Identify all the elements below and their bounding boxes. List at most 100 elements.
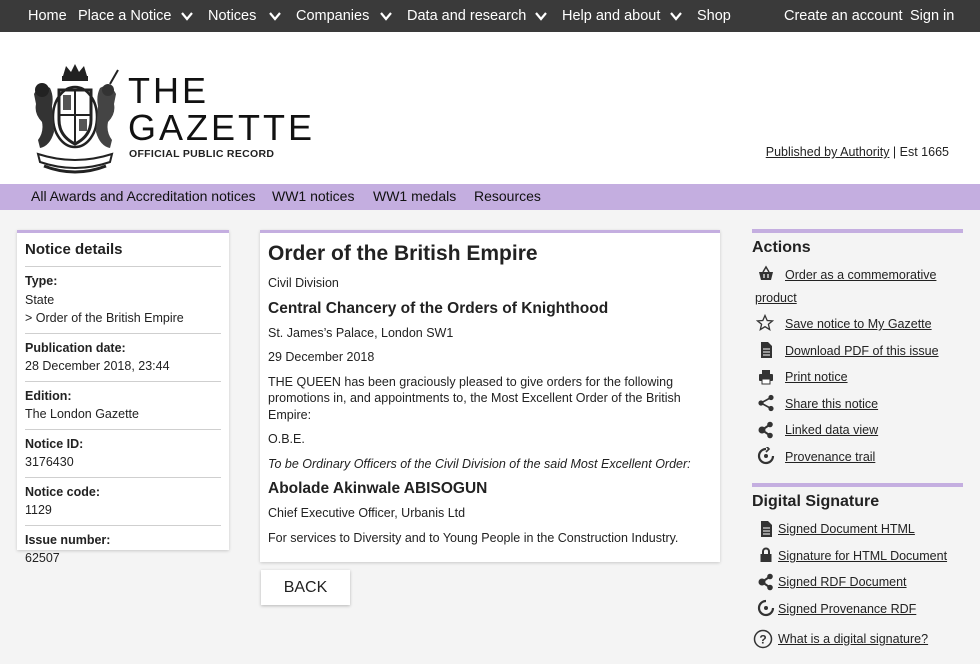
order-commemorative-text1[interactable]: Order as a commemorative xyxy=(785,268,936,282)
subnav-resources[interactable]: Resources xyxy=(474,184,541,210)
signed-rdf-document-link[interactable]: Signed RDF Document xyxy=(778,571,907,593)
notice-citation: For services to Diversity and to Young P… xyxy=(268,530,679,545)
detail-edition-label: Edition: xyxy=(25,388,72,403)
download-pdf-text[interactable]: Download PDF of this issue xyxy=(785,344,939,358)
notice-award-obe: O.B.E. xyxy=(268,432,305,446)
subnav-all-awards[interactable]: All Awards and Accreditation notices xyxy=(31,184,256,210)
royal-crest-logo[interactable] xyxy=(30,62,120,180)
order-commemorative-link-line1[interactable]: Order as a commemorative xyxy=(785,264,936,286)
signature-html-document-text[interactable]: Signature for HTML Document xyxy=(778,549,947,563)
published-by-authority: Published by Authority | Est 1665 xyxy=(766,145,949,159)
order-commemorative-text2[interactable]: product xyxy=(755,291,797,305)
top-navigation: Home Place a Notice Notices Companies Da… xyxy=(0,0,980,32)
help-question-icon: ? xyxy=(753,629,773,649)
signature-html-document-link[interactable]: Signature for HTML Document xyxy=(778,545,947,567)
nav-sign-in[interactable]: Sign in xyxy=(910,0,954,32)
subnav-ww1-notices[interactable]: WW1 notices xyxy=(272,184,354,210)
save-notice-text[interactable]: Save notice to My Gazette xyxy=(785,317,932,331)
detail-notice-code-label: Notice code: xyxy=(25,484,101,499)
svg-text:?: ? xyxy=(759,633,766,647)
digital-signature-title: Digital Signature xyxy=(752,493,880,510)
star-icon xyxy=(756,314,774,331)
gazette-logo-subtitle: OFFICIAL PUBLIC RECORD xyxy=(129,148,275,160)
detail-notice-code-value: 1129 xyxy=(25,503,52,517)
signed-rdf-document-text[interactable]: Signed RDF Document xyxy=(778,575,907,589)
document-pdf-icon xyxy=(761,342,772,358)
provenance-trail-link[interactable]: Provenance trail xyxy=(785,446,875,468)
detail-type: Type: State > Order of the British Empir… xyxy=(25,267,221,334)
notice-recipient-name: Abolade Akinwale ABISOGUN xyxy=(268,480,488,497)
what-is-digital-signature-text[interactable]: What is a digital signature? xyxy=(778,632,928,646)
notice-address: St. James’s Palace, London SW1 xyxy=(268,325,454,340)
signed-document-html-text[interactable]: Signed Document HTML xyxy=(778,522,915,536)
nav-home[interactable]: Home xyxy=(28,0,67,32)
share-notice-text[interactable]: Share this notice xyxy=(785,397,878,411)
nav-place-notice[interactable]: Place a Notice xyxy=(78,0,172,32)
nav-data-research[interactable]: Data and research xyxy=(407,0,526,32)
back-button[interactable]: BACK xyxy=(261,570,350,605)
published-by-authority-link[interactable]: Published by Authority xyxy=(766,145,890,159)
signature-accent-bar xyxy=(752,483,963,487)
established-year: | Est 1665 xyxy=(889,145,949,159)
digital-signature-panel: Digital Signature xyxy=(752,483,963,511)
provenance-trail-text[interactable]: Provenance trail xyxy=(785,450,875,464)
detail-type-label: Type: xyxy=(25,274,58,288)
actions-accent-bar xyxy=(752,229,963,233)
chevron-down-icon[interactable] xyxy=(670,10,682,22)
linked-data-icon xyxy=(758,421,773,439)
print-notice-link[interactable]: Print notice xyxy=(785,366,848,388)
detail-notice-id-label: Notice ID: xyxy=(25,436,84,451)
detail-type-value: State xyxy=(25,292,55,307)
nav-companies[interactable]: Companies xyxy=(296,0,369,32)
share-notice-link[interactable]: Share this notice xyxy=(785,393,878,415)
nav-create-account[interactable]: Create an account xyxy=(784,0,903,32)
signed-provenance-rdf-text[interactable]: Signed Provenance RDF xyxy=(778,602,916,616)
notice-title: Order of the British Empire xyxy=(268,242,538,265)
notice-division: Civil Division xyxy=(268,276,339,290)
linked-data-text[interactable]: Linked data view xyxy=(785,423,878,437)
save-notice-link[interactable]: Save notice to My Gazette xyxy=(785,313,932,335)
subnav-ww1-medals[interactable]: WW1 medals xyxy=(373,184,456,210)
share-icon xyxy=(758,394,774,412)
what-is-digital-signature-link[interactable]: What is a digital signature? xyxy=(778,628,928,650)
section-navigation: All Awards and Accreditation notices WW1… xyxy=(0,184,980,210)
nav-shop[interactable]: Shop xyxy=(697,0,731,32)
order-commemorative-link-line2[interactable]: product xyxy=(755,287,797,309)
provenance-icon xyxy=(757,599,775,617)
notice-details-title: Notice details xyxy=(25,241,221,267)
provenance-icon xyxy=(757,447,775,465)
detail-issue-number: Issue number: 62507 xyxy=(25,526,221,573)
detail-issue-value: 62507 xyxy=(25,551,60,565)
detail-publication-date: Publication date: 28 December 2018, 23:4… xyxy=(25,334,221,382)
detail-pubdate-label: Publication date: xyxy=(25,340,126,355)
chevron-down-icon[interactable] xyxy=(380,10,392,22)
nav-help-about[interactable]: Help and about xyxy=(562,0,660,32)
detail-issue-label: Issue number: xyxy=(25,532,111,547)
detail-notice-id: Notice ID: 3176430 xyxy=(25,430,221,478)
notice-chancery: Central Chancery of the Orders of Knight… xyxy=(268,299,609,317)
nav-notices[interactable]: Notices xyxy=(208,0,256,32)
signed-provenance-rdf-link[interactable]: Signed Provenance RDF xyxy=(778,598,916,620)
actions-title: Actions xyxy=(752,239,811,256)
detail-edition-value: The London Gazette xyxy=(25,407,139,421)
lock-icon xyxy=(760,547,772,562)
print-notice-text[interactable]: Print notice xyxy=(785,370,848,384)
notice-date: 29 December 2018 xyxy=(268,350,375,364)
notice-recipient-role: Chief Executive Officer, Urbanis Ltd xyxy=(268,506,466,520)
detail-pubdate-value: 28 December 2018, 23:44 xyxy=(25,359,170,373)
gazette-logo-title: GAZETTE xyxy=(128,107,316,148)
notice-content-panel: Order of the British Empire Civil Divisi… xyxy=(260,230,720,562)
basket-icon xyxy=(759,265,773,280)
signed-document-icon xyxy=(761,521,772,537)
chevron-down-icon[interactable] xyxy=(535,10,547,22)
signed-document-html-link[interactable]: Signed Document HTML xyxy=(778,518,915,540)
chevron-down-icon[interactable] xyxy=(269,10,281,22)
printer-icon xyxy=(759,370,773,385)
download-pdf-link[interactable]: Download PDF of this issue xyxy=(785,340,939,362)
actions-panel: Actions xyxy=(752,229,963,257)
notice-details-panel: Notice details Type: State > Order of th… xyxy=(17,230,229,565)
chevron-down-icon[interactable] xyxy=(181,10,193,22)
linked-data-link[interactable]: Linked data view xyxy=(785,419,878,441)
detail-type-subvalue: > Order of the British Empire xyxy=(25,311,184,325)
rdf-linked-icon xyxy=(758,573,773,591)
